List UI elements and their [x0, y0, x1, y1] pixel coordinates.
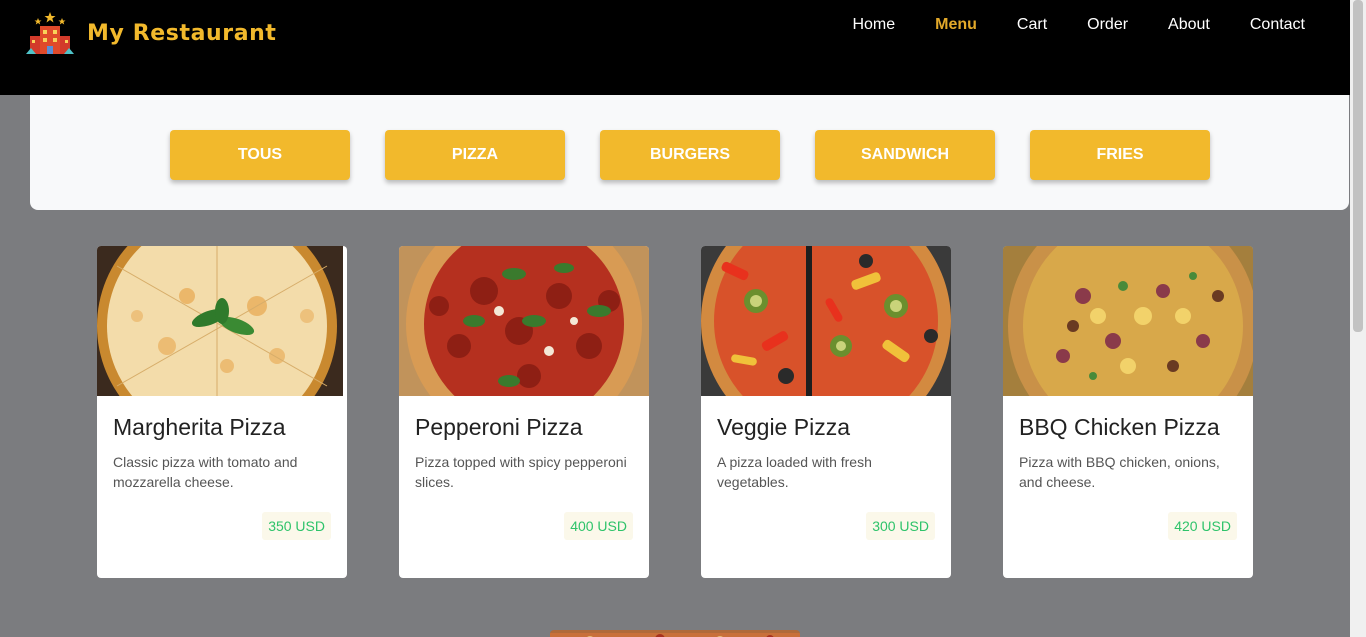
menu-item-description: Pizza with BBQ chicken, onions, and chee… — [1019, 454, 1220, 490]
menu-item-title: Veggie Pizza — [717, 414, 850, 440]
menu-item-price: 300 USD — [866, 512, 935, 540]
pizza-image-partial — [550, 633, 800, 637]
bbq-chicken-pizza-image — [1003, 246, 1253, 396]
menu-item-card-partial[interactable] — [550, 630, 800, 637]
main-nav: Home Menu Cart Order About Contact — [812, 15, 1305, 35]
category-filter-panel: TOUS PIZZA BURGERS SANDWICH FRIES — [30, 95, 1349, 210]
nav-cart-link[interactable]: Cart — [1017, 15, 1047, 35]
menu-item-title: BBQ Chicken Pizza — [1019, 414, 1220, 440]
menu-item-title: Margherita Pizza — [113, 414, 286, 440]
nav-menu-link[interactable]: Menu — [935, 15, 977, 35]
menu-item-description: Pizza topped with spicy pepperoni slices… — [415, 454, 627, 490]
nav-order-link[interactable]: Order — [1087, 15, 1128, 35]
margherita-pizza-image — [97, 246, 347, 396]
pepperoni-pizza-image — [399, 246, 649, 396]
nav-home-link[interactable]: Home — [852, 15, 895, 35]
menu-item-card[interactable]: Veggie Pizza A pizza loaded with fresh v… — [701, 246, 951, 578]
restaurant-building-icon — [26, 12, 74, 54]
menu-item-price: 420 USD — [1168, 512, 1237, 540]
menu-item-price: 400 USD — [564, 512, 633, 540]
filter-tous-button[interactable]: TOUS — [170, 130, 350, 180]
scrollbar-thumb[interactable] — [1353, 0, 1363, 332]
filter-pizza-button[interactable]: PIZZA — [385, 130, 565, 180]
menu-item-card[interactable]: BBQ Chicken Pizza Pizza with BBQ chicken… — [1003, 246, 1253, 578]
filter-burgers-button[interactable]: BURGERS — [600, 130, 780, 180]
filter-sandwich-button[interactable]: SANDWICH — [815, 130, 995, 180]
filter-fries-button[interactable]: FRIES — [1030, 130, 1210, 180]
brand-name: My Restaurant — [87, 20, 277, 46]
nav-contact-link[interactable]: Contact — [1250, 15, 1305, 35]
menu-item-card[interactable]: Pepperoni Pizza Pizza topped with spicy … — [399, 246, 649, 578]
brand-logo[interactable]: My Restaurant — [26, 10, 277, 56]
nav-about-link[interactable]: About — [1168, 15, 1210, 35]
menu-item-card[interactable]: Margherita Pizza Classic pizza with toma… — [97, 246, 347, 578]
menu-item-title: Pepperoni Pizza — [415, 414, 583, 440]
menu-item-description: A pizza loaded with fresh vegetables. — [717, 454, 872, 490]
veggie-pizza-image — [701, 246, 951, 396]
navbar: My Restaurant Home Menu Cart Order About… — [0, 0, 1350, 95]
menu-item-price: 350 USD — [262, 512, 331, 540]
page-scrollbar[interactable] — [1350, 0, 1366, 637]
menu-item-description: Classic pizza with tomato and mozzarella… — [113, 454, 298, 490]
